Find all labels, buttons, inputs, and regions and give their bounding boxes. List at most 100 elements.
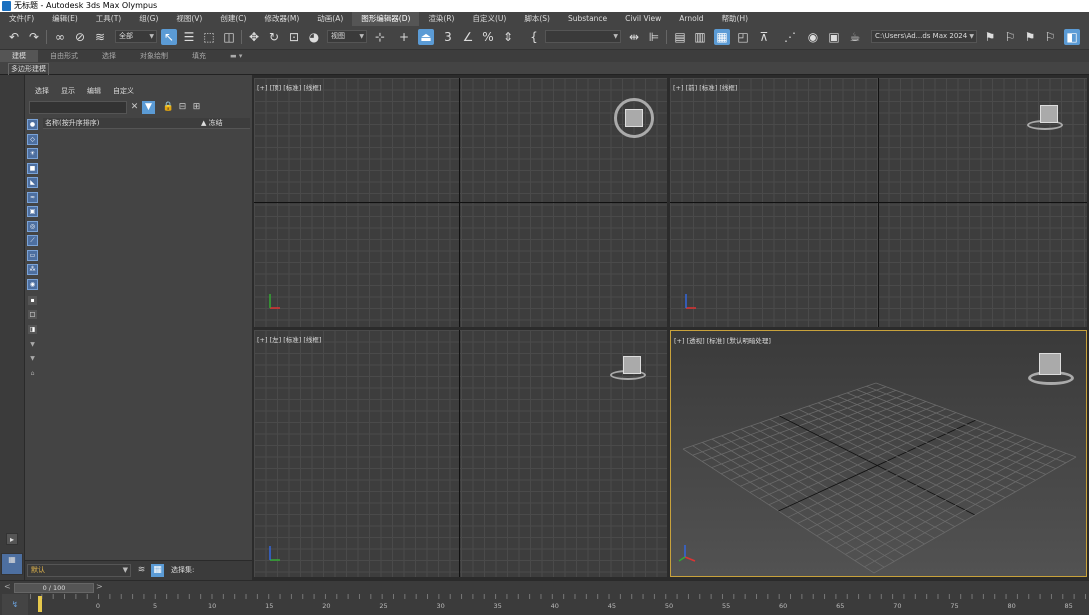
select-none-icon[interactable]: □ — [27, 309, 38, 320]
scene-explorer-toggle-icon[interactable]: ▦ — [714, 29, 730, 45]
filter-spacewarp-icon[interactable]: ≈ — [27, 191, 38, 203]
placement-icon[interactable]: ◕ — [306, 29, 322, 45]
dope-sheet-icon[interactable]: ⊼ — [756, 29, 772, 45]
manipulate-icon[interactable]: + — [396, 29, 412, 45]
freeze-column-header[interactable]: ▲ 冻结 — [201, 118, 223, 129]
menu-item[interactable]: 图形编辑器(D) — [352, 12, 420, 26]
scene-object-list[interactable] — [43, 130, 250, 560]
ribbon-tab[interactable]: 填充 — [180, 50, 218, 62]
menu-item[interactable]: 编辑(E) — [43, 12, 87, 26]
window-crossing-icon[interactable]: ◫ — [221, 29, 237, 45]
expand-all-icon[interactable]: ⌂ — [27, 369, 38, 380]
lock-icon[interactable]: 🔒 — [162, 101, 175, 114]
project-browse-icon[interactable]: ⚐ — [1042, 29, 1058, 45]
filter-visible-icon[interactable]: ◉ — [27, 278, 38, 290]
viewcube-icon[interactable] — [1039, 353, 1061, 375]
filter-xref-icon[interactable]: ◎ — [27, 220, 38, 232]
pivot-icon[interactable]: ⊹ — [372, 29, 388, 45]
filter-settings-icon[interactable]: ▼ — [27, 340, 38, 351]
menu-item[interactable]: Substance — [559, 12, 616, 26]
prev-frame-icon[interactable]: < — [4, 582, 11, 591]
frame-cursor[interactable] — [38, 596, 42, 612]
ribbon-tab[interactable]: 建模 — [0, 50, 38, 62]
menu-item[interactable]: 修改器(M) — [255, 12, 308, 26]
hierarchy-expand-icon[interactable]: ⊞ — [190, 101, 203, 114]
clear-search-icon[interactable]: ✕ — [128, 101, 141, 114]
curve-editor-icon[interactable]: ◰ — [735, 29, 751, 45]
mirror-icon[interactable]: ⇹ — [626, 29, 642, 45]
menu-item[interactable]: Arnold — [670, 12, 712, 26]
viewport-label[interactable]: [+] [顶] [标准] [线框] — [257, 82, 321, 92]
filter-group-icon[interactable]: ▣ — [27, 206, 38, 217]
filter-particle-icon[interactable]: ⁂ — [27, 264, 38, 275]
menu-item[interactable]: 工具(T) — [87, 12, 130, 26]
menu-item[interactable]: 创建(C) — [211, 12, 255, 26]
render-setup-icon[interactable]: ▣ — [826, 29, 842, 45]
menu-item[interactable]: 渲染(R) — [419, 12, 463, 26]
viewport-front[interactable]: [+] [前] [标准] [线框] — [670, 78, 1087, 327]
workspace-icon[interactable]: ◧ — [1064, 29, 1080, 45]
hierarchy-icon[interactable]: ⊟ — [176, 101, 189, 114]
select-by-name-icon[interactable]: ☰ — [181, 29, 197, 45]
menu-item[interactable]: 脚本(S) — [515, 12, 559, 26]
scene-menu-item[interactable]: 编辑 — [87, 86, 113, 96]
filter-shape-icon[interactable]: ◇ — [27, 133, 38, 145]
align-icon[interactable]: ⊫ — [646, 29, 662, 45]
menu-item[interactable]: 自定义(U) — [463, 12, 515, 26]
scene-search-input[interactable] — [29, 101, 127, 114]
viewport-left[interactable]: [+] [左] [标准] [线框] — [254, 330, 667, 577]
menu-item[interactable]: Civil View — [616, 12, 670, 26]
viewcube-icon[interactable] — [625, 109, 643, 127]
rect-region-icon[interactable]: ⬚ — [201, 29, 217, 45]
render-icon[interactable]: ☕ — [847, 29, 863, 45]
filter-bone-icon[interactable]: ⟋ — [27, 235, 38, 246]
viewport-label[interactable]: [+] [左] [标准] [线框] — [257, 334, 321, 344]
filter-geometry-icon[interactable]: ● — [27, 119, 38, 130]
select-all-icon[interactable]: ▪ — [27, 294, 38, 306]
angle-snap-icon[interactable]: ∠ — [460, 29, 476, 45]
layer-explorer-icon[interactable]: ▤ — [672, 29, 688, 45]
undo-icon[interactable]: ↶ — [6, 29, 22, 45]
viewcube-icon[interactable] — [1040, 105, 1058, 123]
filter-container-icon[interactable]: ▭ — [27, 249, 38, 261]
set-project-icon[interactable]: ⚑ — [982, 29, 998, 45]
ribbon-options-icon[interactable]: ▬ ▾ — [218, 50, 254, 62]
spinner-snap-icon[interactable]: ⇕ — [500, 29, 516, 45]
scene-menu-item[interactable]: 自定义 — [113, 86, 146, 96]
percent-snap-icon[interactable]: % — [480, 29, 496, 45]
bind-space-warp-icon[interactable]: ≋ — [92, 29, 108, 45]
viewport-perspective[interactable]: [+] [透视] [标准] [默认明暗处理] — [670, 330, 1087, 577]
select-icon[interactable]: ↖ — [161, 29, 177, 45]
layer-dropdown[interactable]: 默认 ▼ — [27, 564, 131, 577]
time-slider[interactable]: 0 / 100 — [14, 583, 94, 593]
viewcube-icon[interactable] — [623, 356, 641, 374]
menu-item[interactable]: 组(G) — [130, 12, 167, 26]
ribbon-icon[interactable]: ▥ — [692, 29, 708, 45]
ribbon-tab[interactable]: 对象绘制 — [128, 50, 180, 62]
unlink-icon[interactable]: ⊘ — [72, 29, 88, 45]
expand-arrow-icon[interactable]: ▸ — [6, 533, 18, 545]
keyboard-shortcut-override-icon[interactable]: ⏏ — [418, 29, 434, 45]
rotate-icon[interactable]: ↻ — [266, 29, 282, 45]
link-icon[interactable]: ∞ — [52, 29, 68, 45]
named-selection-dropdown[interactable]: ▼ — [545, 30, 621, 43]
track-ruler[interactable] — [30, 594, 1089, 615]
ribbon-tab[interactable]: 自由形式 — [38, 50, 90, 62]
name-column-header[interactable]: 名称(按升序排序) — [45, 118, 99, 129]
filter-light-icon[interactable]: ☀ — [27, 148, 38, 159]
project-path-dropdown[interactable]: C:\Users\Ad...ds Max 2024 ▼ — [871, 30, 977, 43]
invert-selection-icon[interactable]: ◨ — [27, 323, 38, 335]
snap-icon[interactable]: 3 — [440, 29, 456, 45]
move-icon[interactable]: ✥ — [246, 29, 262, 45]
layer-stack-icon[interactable]: ≋ — [135, 564, 148, 577]
filter-icon[interactable]: ▼ — [142, 101, 155, 114]
schematic-icon[interactable]: ⋰ — [782, 29, 798, 45]
menu-item[interactable]: 帮助(H) — [713, 12, 758, 26]
project-folder-icon[interactable]: ⚐ — [1002, 29, 1018, 45]
scene-menu-item[interactable]: 显示 — [61, 86, 87, 96]
ribbon-tab[interactable]: 选择 — [90, 50, 128, 62]
edit-named-selection-icon[interactable]: { — [526, 29, 542, 45]
selection-set-icon[interactable]: ▦ — [151, 564, 164, 577]
selection-filter-dropdown[interactable]: 全部 ▼ — [115, 30, 157, 43]
filter-helper-icon[interactable]: ◣ — [27, 177, 38, 188]
